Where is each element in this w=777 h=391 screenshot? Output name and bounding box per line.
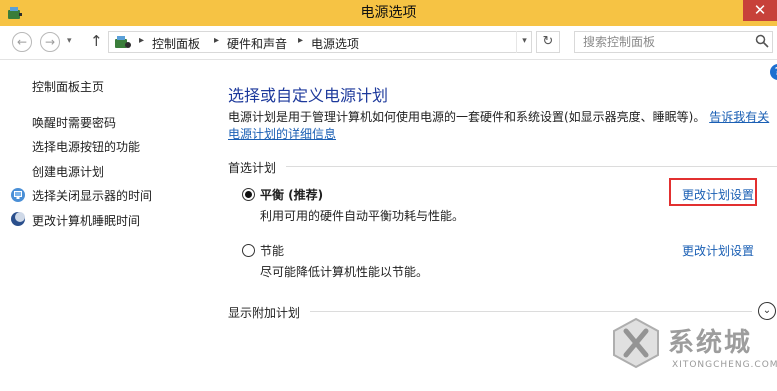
refresh-button[interactable]: ↻ [536, 31, 560, 53]
search-input[interactable]: 搜索控制面板 [574, 31, 773, 53]
recent-locations-dropdown[interactable]: ▾ [67, 36, 72, 46]
breadcrumb-hardware-sound[interactable]: 硬件和声音 [227, 35, 287, 52]
sidebar-item-display-off[interactable]: 选择关闭显示器的时间 [32, 187, 152, 204]
moon-icon [11, 212, 25, 226]
plan-power-saver-description: 尽可能降低计算机性能以节能。 [260, 265, 429, 279]
expand-chevron-icon[interactable]: ⌄ [758, 302, 776, 320]
breadcrumb-separator[interactable]: ▸ [214, 35, 219, 46]
up-button[interactable]: ↑ [90, 32, 103, 50]
preferred-plans-label: 首选计划 [228, 161, 277, 175]
watermark-logo [613, 317, 659, 369]
sidebar-item-require-password[interactable]: 唤醒时需要密码 [32, 114, 116, 131]
plan-balanced-description: 利用可用的硬件自动平衡功耗与性能。 [260, 209, 465, 223]
search-icon[interactable] [755, 34, 769, 48]
additional-plans-label[interactable]: 显示附加计划 [228, 304, 300, 321]
monitor-icon [11, 188, 25, 202]
breadcrumb-power-options[interactable]: 电源选项 [311, 35, 359, 52]
breadcrumb-separator[interactable]: ▸ [298, 35, 303, 46]
plan-balanced-name[interactable]: 平衡 (推荐) [260, 186, 323, 203]
close-button[interactable]: ✕ [743, 0, 777, 21]
back-button[interactable]: ← [12, 32, 32, 52]
highlight-annotation [669, 178, 757, 206]
plan-power-saver-radio[interactable] [242, 244, 255, 257]
sidebar-item-power-buttons[interactable]: 选择电源按钮的功能 [32, 138, 140, 155]
plan-power-saver-name[interactable]: 节能 [260, 242, 284, 259]
sidebar-home-link[interactable]: 控制面板主页 [32, 78, 104, 95]
sidebar-item-create-plan[interactable]: 创建电源计划 [32, 163, 104, 180]
window-title: 电源选项 [360, 5, 417, 21]
plan-balanced-radio[interactable] [242, 188, 255, 201]
breadcrumb-separator: ▸ [139, 35, 145, 46]
control-panel-icon [115, 36, 131, 48]
watermark-text: 系统城 [668, 328, 753, 358]
breadcrumb-control-panel[interactable]: 控制面板 [152, 35, 200, 52]
watermark-url: XITONGCHENG.COM [672, 360, 777, 370]
address-dropdown-button[interactable]: ▾ [516, 31, 532, 53]
divider [286, 166, 777, 167]
page-title: 选择或自定义电源计划 [228, 86, 389, 105]
page-description: 电源计划是用于管理计算机如何使用电源的一套硬件和系统设置(如显示器亮度、睡眠等)… [228, 109, 776, 143]
divider [310, 311, 752, 312]
help-icon[interactable]: ? [770, 64, 777, 80]
forward-button[interactable]: → [40, 32, 60, 52]
sidebar-item-sleep-time[interactable]: 更改计算机睡眠时间 [32, 212, 140, 229]
description-text: 电源计划是用于管理计算机如何使用电源的一套硬件和系统设置(如显示器亮度、睡眠等)… [228, 110, 706, 124]
plan-power-saver-change-settings-link[interactable]: 更改计划设置 [682, 242, 754, 259]
